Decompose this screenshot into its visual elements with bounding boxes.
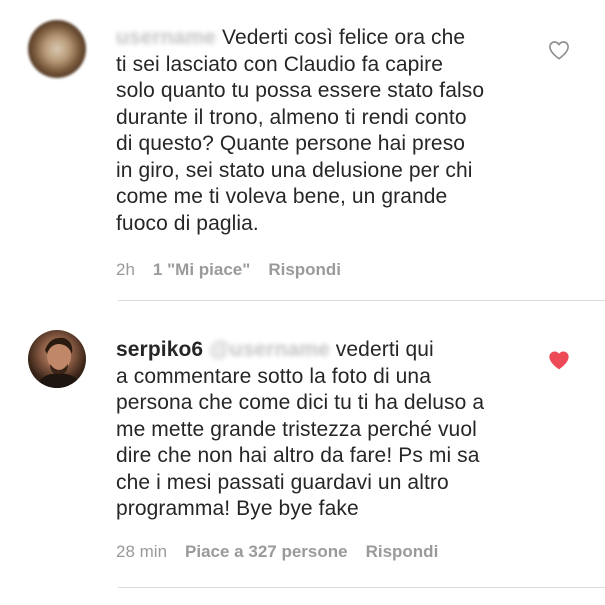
avatar[interactable] [28,20,86,78]
avatar[interactable] [28,330,86,388]
username-obscured[interactable]: username [116,25,216,52]
comment-line: dire che non hai altro da fare! Ps mi sa [116,444,480,467]
comment-time: 28 min [116,542,168,561]
comment-line: durante il trono, almeno ti rendi conto [116,105,467,129]
likes-count-button[interactable]: Piace a 327 persone [185,542,348,561]
reply-button[interactable]: Rispondi [268,260,341,279]
comment-line: programma! Bye bye fake [116,497,359,520]
comment-line: di questo? Quante persone hai preso [116,132,466,155]
comment-line: vederti qui [335,338,434,361]
comment-line: a commentare sotto la foto di una [116,364,431,388]
comment-line: come me ti voleva bene, un grande [116,185,448,208]
mention-obscured[interactable]: @username [209,337,330,364]
comment-time: 2h [116,260,135,279]
comment-meta: 28 min Piace a 327 persone Rispondi [116,542,456,562]
profile-photo-icon [36,337,82,388]
comment-line: persona che come dici tu ti ha deluso a [116,391,485,414]
comment-line: in giro, sei stato una delusione per chi [116,158,473,182]
comment-line: me mette grande tristezza perché vuol [116,417,477,441]
comment-text: serpiko6 @username vederti qui a commentar… [116,337,484,523]
reply-button[interactable]: Rispondi [366,542,439,561]
comment-line: fuoco di paglia. [116,211,259,235]
likes-count-button[interactable]: 1 "Mi piace" [153,260,250,279]
heart-outline-icon[interactable] [548,40,570,60]
comment-1: username Vederti così felice ora che ti s… [0,0,605,301]
comment-line: che i mesi passati guardavi un altro [116,470,449,494]
username-link[interactable]: serpiko6 [116,338,203,361]
comment-text: username Vederti così felice ora che ti s… [116,25,484,237]
comment-2: serpiko6 @username vederti qui a commentar… [0,301,605,601]
heart-filled-icon[interactable] [548,350,570,370]
comment-line: Vederti così felice ora che [222,26,466,49]
comment-line: ti sei lasciato con Claudio fa capire [116,52,444,76]
comment-line: solo quanto tu possa essere stato falso [116,79,485,102]
comment-meta: 2h 1 "Mi piace" Rispondi [116,260,359,280]
divider [118,587,605,588]
